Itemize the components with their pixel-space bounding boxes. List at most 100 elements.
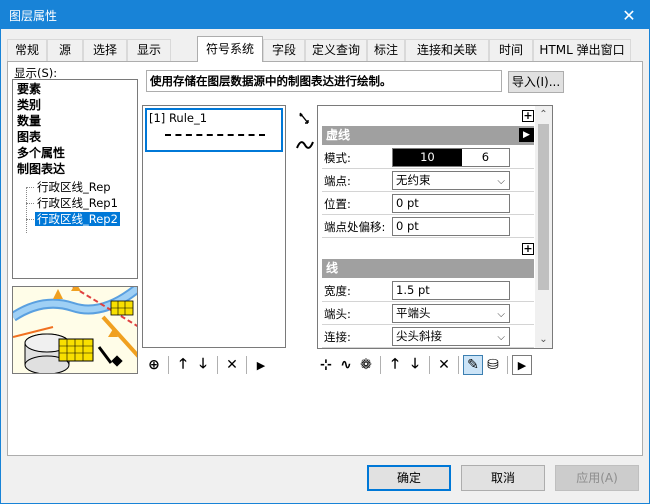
toolbar-separator (458, 356, 459, 374)
add-marker-layer-icon[interactable]: ⊹ (316, 355, 336, 375)
join-select[interactable]: 尖头斜接 ⌵ (392, 327, 510, 346)
show-tree: 要素 类别 数量 图表 多个属性 制图表达 行政区线_Rep 行政区线_Rep1… (12, 79, 138, 279)
move-up-icon[interactable]: 🡑 (385, 355, 405, 375)
scroll-down-icon[interactable]: ⌄ (535, 331, 552, 348)
tree-subitem-rep1[interactable]: 行政区线_Rep1 (35, 196, 120, 210)
endpoint-value: 无约束 (396, 173, 431, 187)
scroll-thumb[interactable] (538, 124, 549, 290)
rules-toolbar: ⊕ 🡑 🡓 ✕ ▶ (144, 354, 271, 376)
add-rule-icon[interactable]: ⊕ (144, 355, 164, 375)
property-row-position: 位置: 0 pt (322, 192, 534, 215)
rules-list: [1] Rule_1 (142, 105, 286, 348)
tab-definition-query[interactable]: 定义查询 (305, 39, 367, 61)
symbology-panel: 显示(S): 要素 类别 数量 图表 多个属性 制图表达 行政区线_Rep 行政… (7, 61, 643, 456)
tab-symbology[interactable]: 符号系统 (197, 36, 263, 62)
tab-html-popup[interactable]: HTML 弹出窗口 (533, 39, 631, 61)
tab-joins-relates[interactable]: 连接和关联 (405, 39, 489, 61)
toolbar-separator (429, 356, 430, 374)
tab-strip: 常规 源 选择 显示 符号系统 字段 定义查询 标注 连接和关联 时间 HTML… (7, 36, 643, 62)
expand-icon[interactable]: + (522, 110, 534, 122)
chevron-down-icon: ⌵ (497, 176, 505, 187)
layer-properties-dialog: 图层属性 ✕ 常规 源 选择 显示 符号系统 字段 定义查询 标注 连接和关联 … (0, 0, 650, 504)
cancel-button[interactable]: 取消 (461, 465, 545, 491)
tree-connector (26, 203, 34, 204)
tree-item-categories[interactable]: 类别 (17, 98, 41, 112)
dash-preview (165, 134, 265, 136)
chevron-down-icon: ⌵ (497, 332, 505, 343)
cap-value: 平端头 (396, 306, 431, 320)
property-row-cap: 端头: 平端头 ⌵ (322, 302, 534, 325)
import-button[interactable]: 导入(I)... (508, 71, 564, 93)
line-section-title: 线 (326, 261, 339, 275)
move-down-icon[interactable]: 🡓 (193, 355, 213, 375)
line-layer-icon[interactable] (294, 134, 316, 156)
tab-source[interactable]: 源 (47, 39, 83, 61)
toolbar-separator (217, 356, 218, 374)
width-label: 宽度: (324, 284, 351, 298)
database-icon[interactable]: ⛁ (483, 355, 503, 375)
position-input[interactable]: 0 pt (392, 194, 510, 213)
pattern-gap-value: 6 (461, 149, 509, 166)
properties-scrollbar[interactable]: ⌃ ⌄ (535, 106, 552, 348)
endpoint-offset-label: 端点处偏移: (324, 220, 386, 234)
width-input[interactable]: 1.5 pt (392, 281, 510, 300)
rule-item[interactable]: [1] Rule_1 (145, 108, 283, 152)
cap-select[interactable]: 平端头 ⌵ (392, 304, 510, 323)
pattern-dash-value: 10 (393, 149, 462, 166)
tab-time[interactable]: 时间 (489, 39, 533, 61)
tree-subitem-rep2[interactable]: 行政区线_Rep2 (35, 212, 120, 226)
move-down-icon[interactable]: 🡓 (405, 355, 425, 375)
line-section-header: 线 (322, 259, 534, 278)
tree-item-quantities[interactable]: 数量 (17, 114, 41, 128)
pattern-field[interactable]: 10 6 (392, 148, 510, 167)
endpoint-select[interactable]: 无约束 ⌵ (392, 171, 510, 190)
add-stroke-layer-icon[interactable]: ∿ (336, 355, 356, 375)
delete-icon[interactable]: ✕ (434, 355, 454, 375)
property-row-endpoint: 端点: 无约束 ⌵ (322, 169, 534, 192)
apply-button[interactable]: 应用(A) (555, 465, 639, 491)
join-value: 尖头斜接 (396, 329, 442, 343)
tree-item-multiple-attributes[interactable]: 多个属性 (17, 146, 65, 160)
close-icon[interactable]: ✕ (609, 1, 649, 29)
tab-general[interactable]: 常规 (7, 39, 47, 61)
property-row-width: 宽度: 1.5 pt (322, 279, 534, 302)
tree-item-features[interactable]: 要素 (17, 82, 41, 96)
property-row-join: 连接: 尖头斜接 ⌵ (322, 325, 534, 348)
tab-display[interactable]: 显示 (127, 39, 171, 61)
title-bar: 图层属性 ✕ (1, 1, 649, 29)
toolbar-separator (380, 356, 381, 374)
dash-section-title: 虚线 (326, 128, 351, 142)
tree-item-charts[interactable]: 图表 (17, 130, 41, 144)
play-right-icon[interactable]: ▶ (512, 355, 532, 375)
description-text: 使用存储在图层数据源中的制图表达进行绘制。 (146, 70, 502, 92)
properties-panel: + 虚线 ▶ 模式: 10 6 端点: 无约束 ⌵ 位置: 0 pt 端点处偏移… (317, 105, 553, 349)
rule-name: [1] Rule_1 (149, 111, 208, 125)
tab-labels[interactable]: 标注 (367, 39, 405, 61)
tab-selection[interactable]: 选择 (83, 39, 127, 61)
section-arrow-icon[interactable]: ▶ (519, 128, 534, 142)
position-label: 位置: (324, 197, 351, 211)
toolbar-separator (507, 356, 508, 374)
play-right-icon[interactable]: ▶ (251, 355, 271, 375)
ok-button[interactable]: 确定 (367, 465, 451, 491)
scroll-up-icon[interactable]: ⌃ (535, 106, 552, 123)
marker-tool-icon[interactable] (294, 108, 316, 130)
tree-connector (26, 219, 34, 220)
property-row-pattern: 模式: 10 6 (322, 146, 534, 169)
join-label: 连接: (324, 330, 351, 344)
endpoint-offset-input[interactable]: 0 pt (392, 217, 510, 236)
add-fill-layer-icon[interactable]: ❁ (356, 355, 376, 375)
tree-item-representations[interactable]: 制图表达 (17, 162, 65, 176)
tree-connector (26, 187, 34, 188)
toolbar-separator (168, 356, 169, 374)
expand-icon[interactable]: + (522, 243, 534, 255)
tab-fields[interactable]: 字段 (263, 39, 305, 61)
delete-icon[interactable]: ✕ (222, 355, 242, 375)
move-up-icon[interactable]: 🡑 (173, 355, 193, 375)
pattern-label: 模式: (324, 151, 351, 165)
symbology-preview-image (12, 286, 138, 374)
brush-icon[interactable]: ✎ (463, 355, 483, 375)
tree-subitem-rep[interactable]: 行政区线_Rep (35, 180, 113, 194)
dash-section-header: 虚线 ▶ (322, 126, 534, 145)
property-row-endpoint-offset: 端点处偏移: 0 pt (322, 215, 534, 238)
